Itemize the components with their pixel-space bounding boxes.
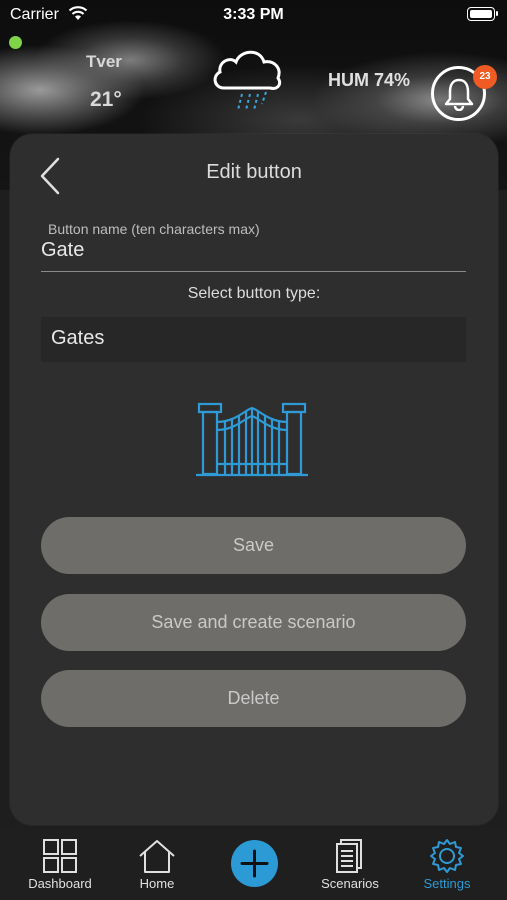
house-icon: [139, 840, 175, 873]
status-bar: Carrier 3:33 PM: [0, 0, 507, 30]
gate-icon: [196, 402, 308, 477]
tab-home[interactable]: Home: [107, 830, 207, 900]
button-type-select[interactable]: Gates: [41, 317, 466, 362]
button-name-input[interactable]: Gate: [41, 236, 466, 272]
delete-button[interactable]: Delete: [41, 670, 466, 727]
battery-icon: [467, 7, 498, 21]
temperature: 21°: [90, 88, 122, 111]
tab-settings[interactable]: Settings: [397, 830, 497, 900]
tab-dashboard[interactable]: Dashboard: [10, 830, 110, 900]
tab-label: Scenarios: [321, 876, 379, 891]
connection-status-dot: [9, 36, 22, 49]
tab-label: Settings: [423, 876, 471, 891]
city-name: Tver: [86, 52, 122, 71]
page-title: Edit button: [206, 161, 302, 183]
rain-cloud-icon: [213, 50, 282, 111]
tab-label: Dashboard: [28, 876, 92, 891]
gear-icon: [430, 839, 464, 873]
bell-icon: [444, 78, 474, 111]
clock: 3:33 PM: [223, 6, 284, 23]
button-name-label: Button name (ten characters max): [48, 221, 260, 237]
humidity-readout: HUM 74%: [328, 70, 411, 90]
tab-scenarios[interactable]: Scenarios: [300, 830, 400, 900]
tab-bar: Dashboard Home Scenarios Settings: [0, 830, 507, 900]
tab-add[interactable]: [204, 830, 304, 900]
button-type-label: Select button type:: [187, 285, 321, 302]
grid-icon: [43, 839, 77, 873]
tab-label: Home: [139, 876, 175, 891]
save-button[interactable]: Save: [41, 517, 466, 574]
document-icon: [336, 839, 362, 873]
plus-icon: [240, 849, 269, 878]
notification-count-badge: 23: [473, 65, 497, 89]
add-button[interactable]: [231, 840, 278, 887]
save-and-create-scenario-button[interactable]: Save and create scenario: [41, 594, 466, 651]
edit-button-panel: Edit button Button name (ten characters …: [10, 134, 498, 825]
